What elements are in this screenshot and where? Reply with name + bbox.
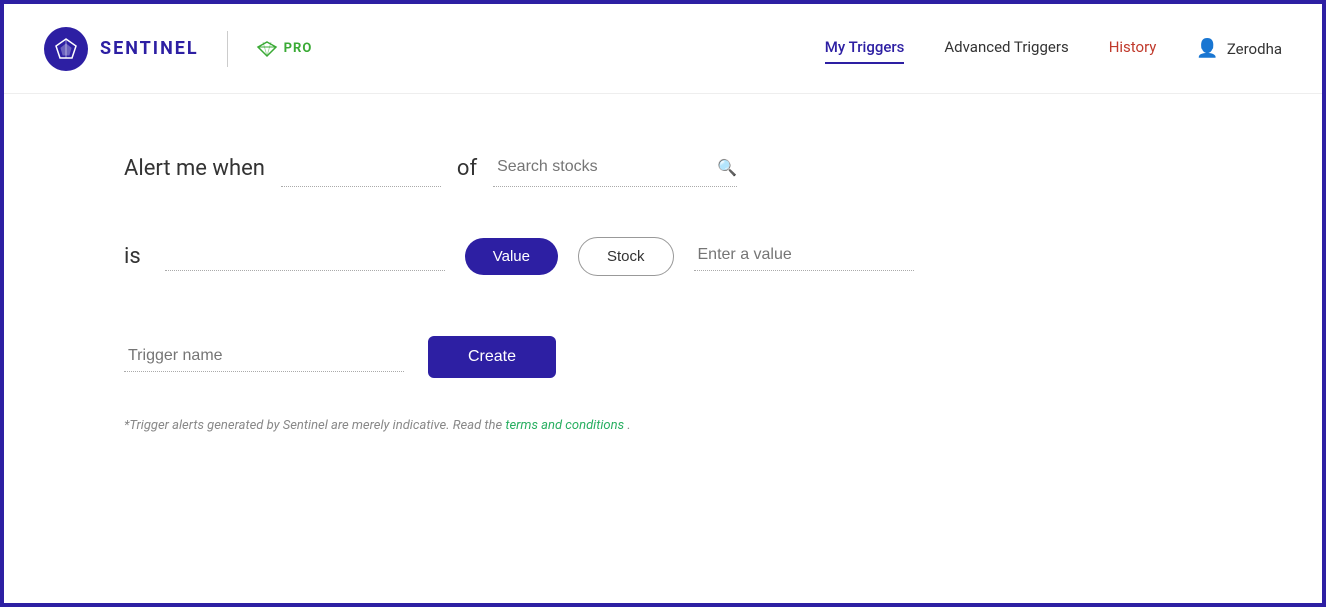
- logo-text: SENTINEL: [100, 38, 199, 59]
- of-label: of: [457, 156, 477, 187]
- terms-link[interactable]: terms and conditions: [505, 418, 627, 433]
- main-content: Alert me when of 🔍 is Value Stock Create…: [4, 94, 1322, 493]
- search-stocks-wrapper: 🔍: [493, 154, 737, 187]
- pro-badge: PRO: [256, 40, 313, 58]
- alert-me-when-label: Alert me when: [124, 156, 265, 187]
- alert-row: Alert me when of 🔍: [124, 154, 1202, 187]
- pro-diamond-icon: [256, 40, 278, 58]
- is-label: is: [124, 244, 141, 269]
- footer-note-prefix: *Trigger alerts generated by Sentinel ar…: [124, 418, 502, 433]
- create-button[interactable]: Create: [428, 336, 556, 378]
- pro-text: PRO: [284, 41, 313, 56]
- trigger-name-input[interactable]: [124, 343, 404, 372]
- logo-divider: [227, 31, 228, 67]
- footer-note-suffix: .: [627, 418, 630, 433]
- nav-user[interactable]: 👤 Zerodha: [1196, 38, 1282, 59]
- user-icon: 👤: [1196, 38, 1218, 59]
- navbar: SENTINEL PRO My Triggers Advanced Trigge…: [4, 4, 1322, 94]
- nav-my-triggers[interactable]: My Triggers: [825, 38, 905, 60]
- nav-advanced-triggers[interactable]: Advanced Triggers: [944, 38, 1068, 60]
- search-icon: 🔍: [717, 158, 737, 177]
- trigger-row: Create: [124, 336, 1202, 378]
- logo-area: SENTINEL PRO: [44, 27, 312, 71]
- condition-input[interactable]: [281, 158, 441, 187]
- sentinel-logo-icon: [44, 27, 88, 71]
- is-underline-spacer: [165, 243, 445, 271]
- condition-row: is Value Stock: [124, 237, 1202, 276]
- nav-links: My Triggers Advanced Triggers History 👤 …: [825, 38, 1282, 60]
- nav-history[interactable]: History: [1109, 38, 1157, 60]
- value-button[interactable]: Value: [465, 238, 558, 275]
- footer-note: *Trigger alerts generated by Sentinel ar…: [124, 418, 1202, 433]
- stock-button[interactable]: Stock: [578, 237, 674, 276]
- search-stocks-input[interactable]: [493, 154, 713, 180]
- enter-value-input[interactable]: [694, 242, 914, 271]
- nav-user-label: Zerodha: [1227, 40, 1282, 58]
